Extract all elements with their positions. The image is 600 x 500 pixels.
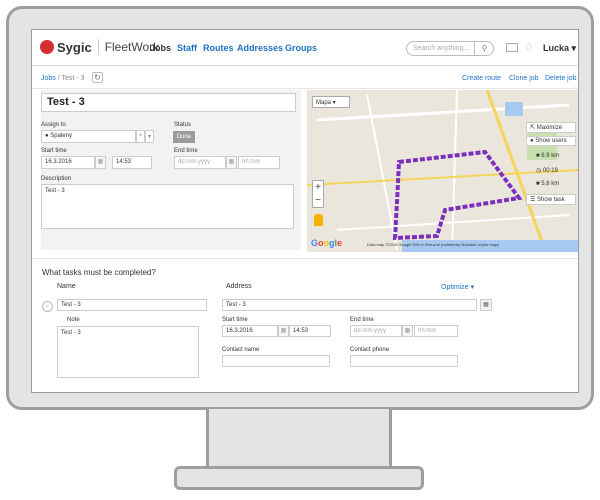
calendar-icon[interactable]: ▦: [402, 325, 413, 337]
clone-job-link[interactable]: Clone job: [509, 75, 539, 82]
name-header: Name: [57, 283, 76, 290]
zoom-out-icon[interactable]: −: [313, 194, 323, 207]
map-type-value: Mapa: [316, 100, 332, 106]
task-note-textarea[interactable]: Test - 3: [57, 326, 199, 378]
task-end-label: End time: [350, 317, 374, 323]
logo-divider: [97, 39, 99, 55]
distance-stat: ■ 6.9 km: [536, 153, 560, 159]
show-users-button[interactable]: ● Show users: [526, 136, 576, 146]
assign-label: Assign to: [41, 122, 66, 128]
distance2-value: 5.8 km: [541, 181, 560, 187]
monitor-stand-neck: [206, 409, 392, 469]
task-start-date[interactable]: 16.3.2016: [222, 325, 278, 337]
assignee-select[interactable]: ● Spaleny: [41, 130, 136, 143]
description-textarea[interactable]: Test - 3: [41, 184, 294, 229]
end-date-field[interactable]: dd.mm.yyyy: [174, 156, 226, 169]
refresh-icon[interactable]: ↻: [92, 72, 103, 83]
street-view-pegman-icon[interactable]: [314, 214, 323, 226]
status-badge[interactable]: Done: [173, 131, 195, 143]
start-date-field[interactable]: 16.3.2016: [41, 156, 95, 169]
sub-toolbar: Jobs / Test - 3 ↻ Create route Clone job…: [32, 67, 578, 89]
breadcrumb-jobs[interactable]: Jobs: [41, 75, 56, 82]
assignee-clear-icon[interactable]: ×: [136, 130, 145, 143]
task-address-input[interactable]: Test - 3: [222, 299, 477, 311]
optimize-label: Optimize: [441, 284, 469, 291]
assignee-value: Spaleny: [50, 133, 72, 139]
duration-value: 00:19: [542, 168, 558, 174]
show-task-button[interactable]: ☰ Show task: [526, 194, 576, 205]
task-name-input[interactable]: Test - 3: [57, 299, 207, 311]
delete-job-link[interactable]: Delete job: [545, 75, 577, 82]
start-time-label: Start time: [41, 148, 67, 154]
task-end-time[interactable]: hh:mm: [414, 325, 458, 337]
task-start-time[interactable]: 14:53: [289, 325, 331, 337]
map-type-select[interactable]: Mapa ▾: [312, 96, 350, 108]
show-users-label: Show users: [535, 138, 567, 144]
address-book-icon[interactable]: ▦: [480, 299, 492, 311]
task-end-date[interactable]: dd.mm.yyyy: [350, 325, 402, 337]
note-label: Note: [67, 317, 80, 323]
user-name: Lucka: [543, 43, 570, 53]
tasks-title: What tasks must be completed?: [42, 268, 156, 277]
app-logo[interactable]: Sygic FleetWork: [40, 39, 159, 55]
contact-name-input[interactable]: [222, 355, 330, 367]
maximize-button[interactable]: ⇱ Maximize: [526, 122, 576, 133]
task-check-icon[interactable]: ✓: [42, 301, 53, 312]
calendar-icon[interactable]: ▦: [226, 156, 237, 169]
nav-routes[interactable]: Routes: [203, 43, 234, 53]
map-attribution: Dáta máp ©2016 Google 500 m Zmluvné podm…: [367, 242, 500, 247]
monitor-stand-base: [174, 466, 424, 490]
screen: Sygic FleetWork Jobs Staff Routes Addres…: [31, 29, 579, 393]
status-label: Status: [174, 122, 192, 128]
end-time-field[interactable]: hh:mm: [238, 156, 280, 169]
tasks-section: What tasks must be completed? Name Addre…: [32, 258, 578, 392]
calendar-icon[interactable]: ▦: [278, 325, 289, 337]
nav-groups[interactable]: Groups: [285, 43, 317, 53]
mail-icon[interactable]: [506, 43, 518, 52]
monitor-frame: Sygic FleetWork Jobs Staff Routes Addres…: [6, 6, 594, 410]
duration-stat: ◷ 00:19: [536, 168, 558, 174]
zoom-control[interactable]: + −: [312, 180, 324, 208]
end-time-label: End time: [174, 148, 198, 154]
breadcrumb-separator: /: [57, 75, 60, 82]
search-icon[interactable]: ⚲: [474, 41, 494, 56]
distance-value: 6.9 km: [541, 153, 560, 159]
brand-name: Sygic: [57, 39, 92, 55]
contact-phone-input[interactable]: [350, 355, 458, 367]
route-map[interactable]: Mapa ▾ ⇱ Maximize ● Show users ■ 6.9 km …: [307, 90, 578, 252]
show-task-label: Show task: [537, 197, 565, 203]
contact-phone-label: Contact phone: [350, 347, 390, 353]
breadcrumb: Jobs / Test - 3: [41, 75, 84, 82]
google-logo: Google: [311, 238, 343, 248]
nav-jobs[interactable]: Jobs: [150, 43, 171, 53]
maximize-label: Maximize: [536, 125, 563, 131]
job-title-input[interactable]: Test - 3: [41, 93, 296, 112]
optimize-button[interactable]: Optimize ▾: [441, 283, 474, 291]
nav-addresses[interactable]: Addresses: [237, 43, 283, 53]
top-navbar: Sygic FleetWork Jobs Staff Routes Addres…: [32, 30, 578, 66]
create-route-link[interactable]: Create route: [462, 75, 501, 82]
start-time-field[interactable]: 14:53: [112, 156, 152, 169]
task-start-label: Start time: [222, 317, 248, 323]
address-header: Address: [226, 283, 252, 290]
zoom-in-icon[interactable]: +: [313, 181, 323, 194]
bell-icon[interactable]: ♢: [524, 41, 534, 54]
distance2-stat: ■ 5.8 km: [536, 181, 560, 187]
contact-name-label: Contact name: [222, 347, 260, 353]
calendar-icon[interactable]: ▦: [95, 156, 106, 169]
user-menu[interactable]: Lucka ▾: [543, 43, 576, 54]
description-label: Description: [41, 176, 72, 182]
assignee-dropdown-icon[interactable]: ▾: [145, 130, 154, 143]
sygic-logo-icon: [40, 40, 54, 54]
nav-staff[interactable]: Staff: [177, 43, 197, 53]
breadcrumb-current: Test - 3: [61, 75, 85, 82]
